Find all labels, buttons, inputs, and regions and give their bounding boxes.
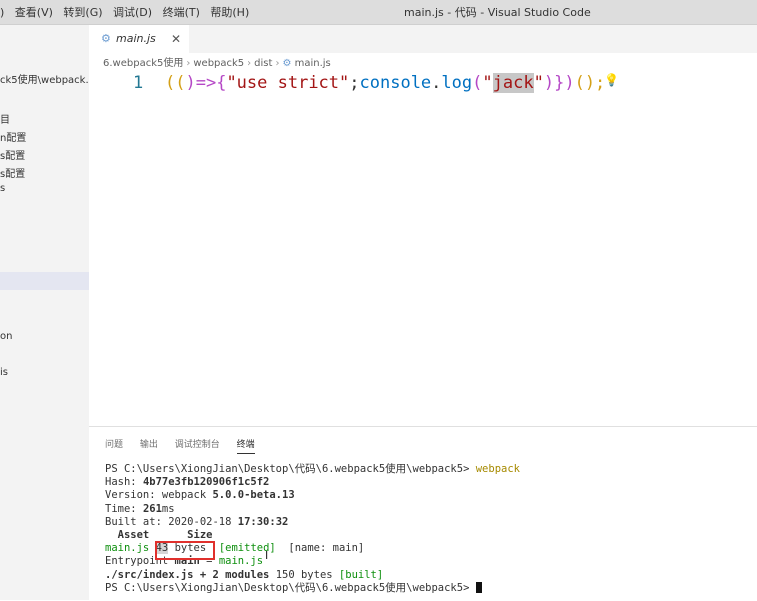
breadcrumb-item[interactable]: 6.webpack5使用	[103, 58, 183, 69]
sidebar-selected-row[interactable]	[0, 272, 89, 290]
terminal-text: Built at: 2020-02-18	[105, 515, 238, 528]
breadcrumb-item[interactable]: webpack5	[193, 58, 244, 69]
panel-tabs: 问题 输出 调试控制台 终端	[105, 437, 269, 454]
terminal-prompt: PS C:\Users\XiongJian\Desktop\代码\6.webpa…	[105, 463, 476, 475]
breadcrumb: 6.webpack5使用 › webpack5 › dist › ⚙ main.js	[103, 54, 331, 69]
code-token: "	[533, 73, 544, 93]
terminal-text: 150 bytes	[269, 568, 339, 581]
sidebar-item[interactable]: s配置	[0, 165, 25, 180]
menu-item-go[interactable]: 转到(G)	[63, 4, 102, 20]
terminal-text: [built]	[338, 568, 384, 581]
window-title: main.js - 代码 - Visual Studio Code	[404, 6, 591, 19]
line-number: 1	[133, 73, 144, 93]
terminal-text: Version: webpack	[105, 489, 213, 502]
terminal-output[interactable]: PS C:\Users\XiongJian\Desktop\代码\6.webpa…	[105, 463, 520, 595]
menu-item-view[interactable]: 查看(V)	[15, 4, 53, 20]
js-file-icon: ⚙	[282, 58, 295, 69]
explorer-sidebar: ck5使用\webpack... 目 n配置 s配置 s配置 s on is	[0, 25, 89, 600]
breadcrumb-item[interactable]: main.js	[295, 58, 331, 69]
code-token: ((	[165, 73, 186, 93]
sidebar-item[interactable]: 目	[0, 111, 10, 126]
menu-item-partial[interactable]: )	[0, 6, 4, 19]
tab-label: main.js	[116, 32, 156, 45]
code-text[interactable]: (()=>{"use strict";console.log("jack")})…	[165, 70, 605, 96]
code-token: .	[431, 73, 442, 93]
text-cursor-icon: I	[265, 549, 269, 562]
title-bar: ) 查看(V) 转到(G) 调试(D) 终端(T) 帮助(H) main.js …	[0, 0, 757, 25]
sidebar-item[interactable]: on	[0, 331, 12, 342]
code-token: ();	[574, 73, 606, 93]
menu-item-terminal[interactable]: 终端(T)	[163, 4, 200, 20]
terminal-text: [name: main]	[275, 542, 365, 555]
terminal-time: 261	[142, 502, 162, 515]
breadcrumb-item[interactable]: dist	[254, 58, 272, 69]
code-token: "use strict"	[226, 73, 350, 93]
chevron-right-icon: ›	[247, 58, 252, 69]
sidebar-item[interactable]: s配置	[0, 147, 25, 162]
terminal-asset: main.js	[105, 542, 150, 555]
terminal-prompt: PS C:\Users\XiongJian\Desktop\代码\6.webpa…	[105, 581, 476, 594]
sidebar-item[interactable]: s	[0, 183, 5, 194]
terminal-text: Hash:	[105, 476, 143, 489]
code-token: log	[441, 73, 473, 93]
bottom-panel: 问题 输出 调试控制台 终端 PS C:\Users\XiongJian\Des…	[89, 426, 757, 601]
code-token: })	[554, 73, 575, 93]
code-selection: jack	[492, 73, 534, 93]
js-file-icon: ⚙	[101, 32, 111, 45]
chevron-right-icon: ›	[186, 58, 191, 69]
terminal-table-header: Asset Size	[105, 529, 213, 542]
terminal-text: ./src/index.js + 2 modules	[105, 568, 270, 581]
terminal-text: ms	[161, 502, 175, 515]
close-icon[interactable]: ✕	[171, 25, 181, 53]
code-token: "	[482, 73, 493, 93]
terminal-version: 5.0.0-beta.13	[212, 489, 295, 502]
menu-item-debug[interactable]: 调试(D)	[113, 4, 152, 20]
terminal-hash: 4b77e3fb120906f1c5f2	[142, 476, 270, 489]
tab-problems[interactable]: 问题	[105, 437, 123, 453]
highlight-box	[155, 541, 215, 560]
terminal-cursor	[475, 582, 482, 594]
sidebar-folder[interactable]: ck5使用\webpack...	[0, 72, 89, 90]
code-token: ;	[349, 73, 360, 93]
code-token: )=>{	[185, 73, 227, 93]
tab-output[interactable]: 输出	[140, 437, 158, 453]
code-token: console	[359, 73, 432, 93]
chevron-right-icon: ›	[275, 58, 280, 69]
menu-bar: ) 查看(V) 转到(G) 调试(D) 终端(T) 帮助(H)	[0, 4, 256, 20]
terminal-built-time: 17:30:32	[237, 515, 289, 528]
tab-debug-console[interactable]: 调试控制台	[175, 437, 220, 453]
code-token: (	[472, 73, 483, 93]
terminal-command: webpack	[475, 463, 520, 475]
tab-main-js[interactable]: ⚙ main.js ✕	[89, 25, 189, 53]
terminal-text: main.js	[218, 555, 264, 568]
sidebar-item[interactable]: n配置	[0, 129, 26, 144]
menu-item-help[interactable]: 帮助(H)	[210, 4, 249, 20]
sidebar-item[interactable]: is	[0, 367, 8, 378]
code-token: )	[543, 73, 555, 93]
terminal-text: Time:	[105, 502, 143, 515]
editor-tab-bar: ⚙ main.js ✕	[89, 25, 757, 53]
code-line-1[interactable]: 1 (()=>{"use strict";console.log("jack")…	[89, 70, 757, 96]
lightbulb-icon[interactable]: 💡	[604, 67, 619, 93]
tab-terminal[interactable]: 终端	[236, 437, 255, 454]
